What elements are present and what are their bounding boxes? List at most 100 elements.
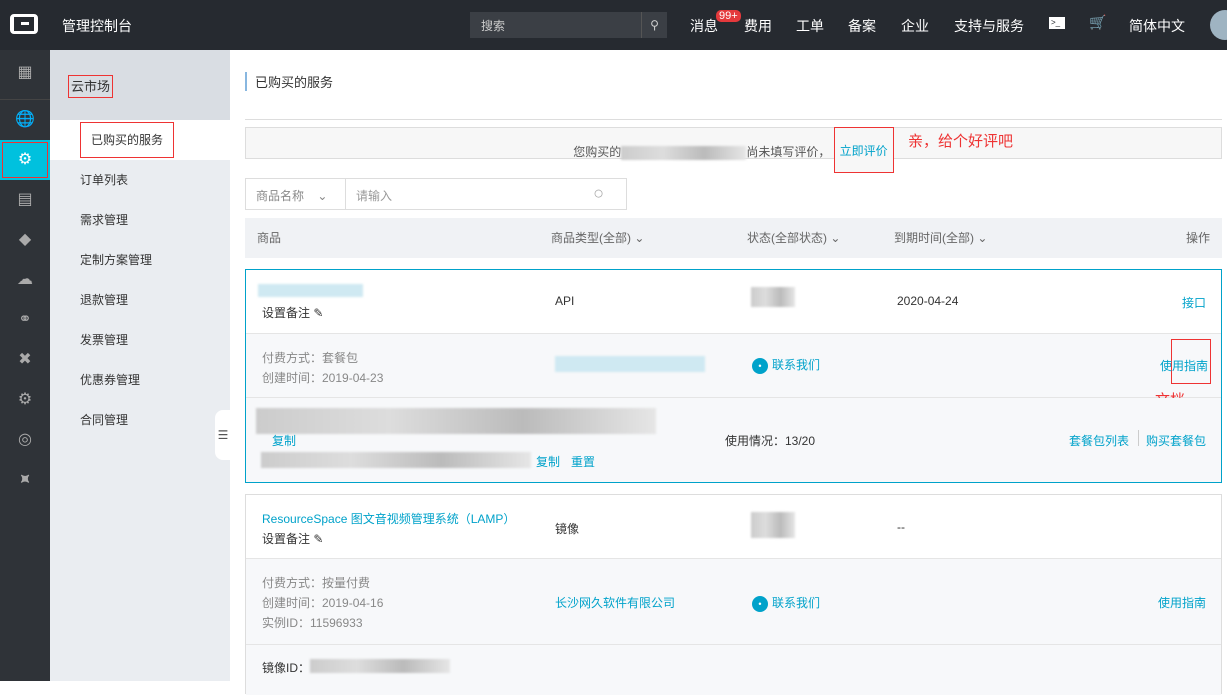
network-icon[interactable]: ✖ <box>0 340 50 380</box>
annotation-review: 亲，给个好评吧 <box>908 132 1014 150</box>
target-icon[interactable]: ◎ <box>0 420 50 460</box>
filter-input[interactable]: 请输入 ○ <box>346 179 626 209</box>
divider <box>245 119 1222 120</box>
pencil-icon: ✎ <box>313 306 324 320</box>
filter-select[interactable]: 商品名称 ⌄ <box>246 179 346 209</box>
redacted-secret <box>261 452 531 468</box>
api-link[interactable]: 接口 <box>1182 294 1206 311</box>
review-notice: 您购买的 尚未填写评价， 立即评价 亲，给个好评吧 <box>245 127 1222 173</box>
nav-icp[interactable]: 备案 <box>848 16 876 36</box>
contact-button[interactable]: • 联系我们 <box>752 594 820 612</box>
package-list-link[interactable]: 套餐包列表 <box>1069 432 1129 449</box>
search-filter: 商品名称 ⌄ 请输入 ○ <box>245 178 627 210</box>
sidebar-item-refunds[interactable]: 退款管理 <box>50 280 230 320</box>
redacted <box>621 145 747 160</box>
nav-messages[interactable]: 消息 <box>690 16 718 36</box>
sidebar: 云市场 已购买的服务 订单列表 需求管理 定制方案管理 退款管理 发票管理 优惠… <box>50 50 230 681</box>
contact-button[interactable]: • 联系我们 <box>752 356 820 374</box>
sidebar-item-invoices[interactable]: 发票管理 <box>50 320 230 360</box>
instance-id: 实例ID：11596933 <box>262 616 363 630</box>
globe-icon[interactable]: 🌐 <box>0 100 50 140</box>
col-expire[interactable]: 到期时间(全部) ⌄ <box>894 218 987 258</box>
collapse-sidebar-icon[interactable]: ☰ <box>215 410 231 460</box>
divider <box>1138 430 1139 446</box>
expire-date: 2020-04-24 <box>897 294 959 308</box>
col-product: 商品 <box>257 231 282 245</box>
usage: 使用情况：13/20 <box>725 434 816 448</box>
avatar[interactable] <box>1210 10 1227 40</box>
vendor-link[interactable]: 长沙网久软件有限公司 <box>555 594 675 611</box>
created-time: 创建时间：2019-04-16 <box>262 596 384 610</box>
redacted-key <box>256 408 656 434</box>
cart-icon[interactable]: 🛒 <box>1089 14 1106 31</box>
filter-select-label: 商品名称 <box>256 189 305 203</box>
table-row: 设置备注 ✎ API 2020-04-24 接口 付费方式：套餐包 创建时间：2… <box>245 269 1222 483</box>
app-title[interactable]: 管理控制台 <box>62 16 132 36</box>
chevron-down-icon: ⌄ <box>634 231 645 245</box>
chevron-down-icon: ⌄ <box>830 231 841 245</box>
database-icon[interactable]: ▤ <box>0 180 50 220</box>
table-header: 商品 商品类型(全部) ⌄ 状态(全部状态) ⌄ 到期时间(全部) ⌄ 操作 <box>245 218 1222 258</box>
sidebar-heading: 云市场 <box>50 50 230 120</box>
sidebar-item-custom[interactable]: 定制方案管理 <box>50 240 230 280</box>
remark-button[interactable]: 设置备注 ✎ <box>262 530 323 547</box>
redacted-vendor <box>555 356 705 372</box>
icon-rail: ▦ 🌐 ⚙ ▤ ◆ ☁ ⚭ ✖ ⚙ ◎ ⯍ <box>0 50 50 681</box>
rings-icon[interactable]: ⚭ <box>0 300 50 340</box>
grid-icon[interactable]: ▦ <box>0 50 50 100</box>
nav-support[interactable]: 支持与服务 <box>954 16 1024 36</box>
redacted-status <box>751 512 795 538</box>
nav-tickets[interactable]: 工单 <box>796 16 824 36</box>
sidebar-item-coupons[interactable]: 优惠券管理 <box>50 360 230 400</box>
col-actions: 操作 <box>1185 231 1210 245</box>
reset-button[interactable]: 重置 <box>571 453 595 470</box>
pay-method: 付费方式：按量付费 <box>262 576 371 590</box>
shield-icon[interactable]: ◆ <box>0 220 50 260</box>
created-time: 创建时间：2019-04-23 <box>262 371 384 385</box>
product-type: 镜像 <box>555 522 580 536</box>
nav-language[interactable]: 简体中文 <box>1129 16 1185 36</box>
settings-icon[interactable]: ⚙ <box>0 380 50 420</box>
cloud-icon[interactable]: ☁ <box>0 260 50 300</box>
terminal-icon[interactable]: >_ <box>1049 17 1065 29</box>
search-icon[interactable]: ⚲ <box>641 12 667 38</box>
sidebar-item-label: 已购买的服务 <box>80 122 175 158</box>
review-link[interactable]: 立即评价 <box>840 144 888 158</box>
redacted-image-id <box>310 659 450 673</box>
message-badge: 99+ <box>716 10 741 22</box>
logo-icon[interactable] <box>10 14 38 34</box>
chevron-down-icon: ⌄ <box>317 189 328 203</box>
copy-button[interactable]: 复制 <box>272 432 296 449</box>
marketplace-icon[interactable]: ⚙ <box>0 140 50 180</box>
sidebar-item-orders[interactable]: 订单列表 <box>50 160 230 200</box>
guide-link[interactable]: 使用指南 <box>1160 359 1208 373</box>
copy-button[interactable]: 复制 <box>536 453 560 470</box>
main-content: 已购买的服务 您购买的 尚未填写评价， 立即评价 亲，给个好评吧 商品名称 ⌄ 请… <box>230 50 1227 695</box>
product-type: API <box>555 294 575 308</box>
col-type[interactable]: 商品类型(全部) ⌄ <box>551 218 644 258</box>
sidebar-item-contracts[interactable]: 合同管理 <box>50 400 230 440</box>
redacted-status <box>751 287 795 307</box>
search-input[interactable]: 搜索 ⚲ <box>470 12 667 38</box>
search-icon[interactable]: ○ <box>593 183 604 204</box>
pay-method: 付费方式：套餐包 <box>262 351 359 365</box>
notice-suffix: 尚未填写评价， <box>746 145 831 159</box>
redacted-name <box>258 284 363 297</box>
table-row: ResourceSpace 图文音视频管理系统（LAMP） 设置备注 ✎ 镜像 … <box>245 494 1222 695</box>
guide-link[interactable]: 使用指南 <box>1158 594 1206 611</box>
product-name-link[interactable]: ResourceSpace 图文音视频管理系统（LAMP） <box>262 510 515 527</box>
chat-icon: • <box>752 357 768 374</box>
sidebar-item-demands[interactable]: 需求管理 <box>50 200 230 240</box>
contact-label: 联系我们 <box>772 596 821 610</box>
contact-label: 联系我们 <box>772 358 821 372</box>
sidebar-item-purchased[interactable]: 已购买的服务 <box>50 120 230 160</box>
pencil-icon: ✎ <box>313 532 324 546</box>
notice-prefix: 您购买的 <box>573 145 622 159</box>
nav-billing[interactable]: 费用 <box>744 16 772 36</box>
chevron-down-icon: ⌄ <box>977 231 988 245</box>
remark-button[interactable]: 设置备注 ✎ <box>262 304 323 321</box>
nav-enterprise[interactable]: 企业 <box>901 16 929 36</box>
col-status[interactable]: 状态(全部状态) ⌄ <box>747 218 840 258</box>
bolt-icon[interactable]: ⯍ <box>0 460 50 500</box>
buy-package-link[interactable]: 购买套餐包 <box>1146 432 1206 449</box>
